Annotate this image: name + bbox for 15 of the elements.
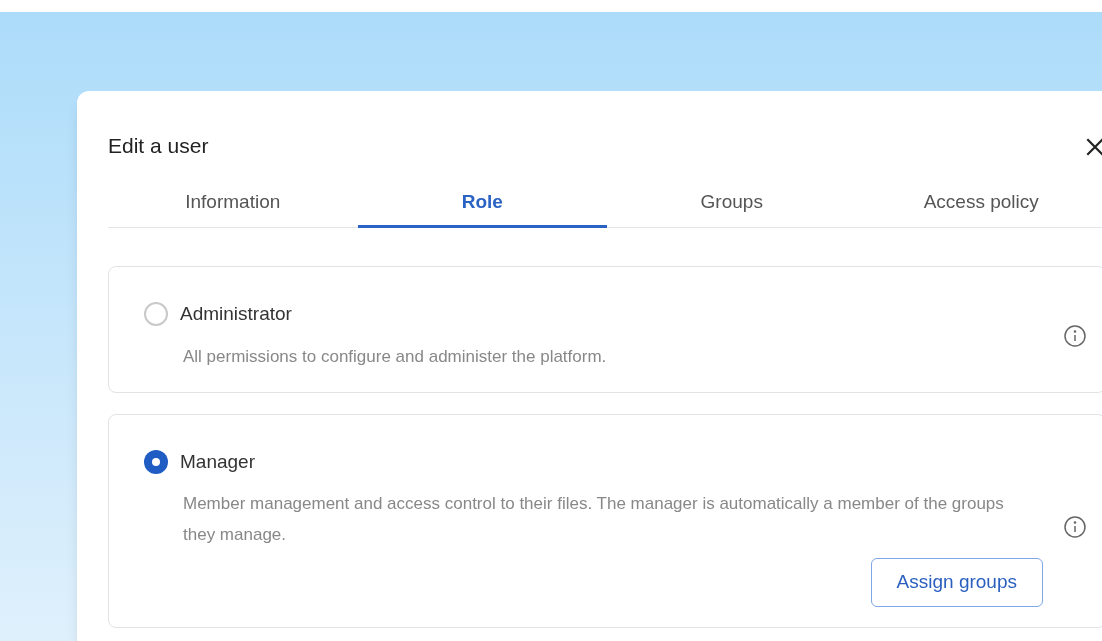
role-name: Manager (180, 449, 255, 474)
tab[interactable]: Information (108, 185, 358, 228)
role-description: Member management and access control to their files. The manager is automatically a member of the groups they manage. (183, 493, 1005, 546)
info-icon[interactable] (1063, 515, 1087, 540)
tab[interactable]: Role (357, 185, 607, 228)
dialog-title: Edit a user (108, 133, 209, 160)
tab[interactable]: Access policy (856, 185, 1102, 228)
info-icon[interactable] (1063, 323, 1087, 348)
radio-button[interactable] (144, 302, 168, 327)
role-description: All permissions to configure and administer the platform. (183, 345, 608, 368)
radio-button[interactable] (144, 449, 168, 474)
role-name: Administrator (180, 302, 292, 326)
assign-groups-button[interactable]: Assign groups (870, 558, 1043, 607)
tab[interactable]: Groups (607, 185, 857, 228)
close-icon[interactable] (1084, 136, 1102, 158)
